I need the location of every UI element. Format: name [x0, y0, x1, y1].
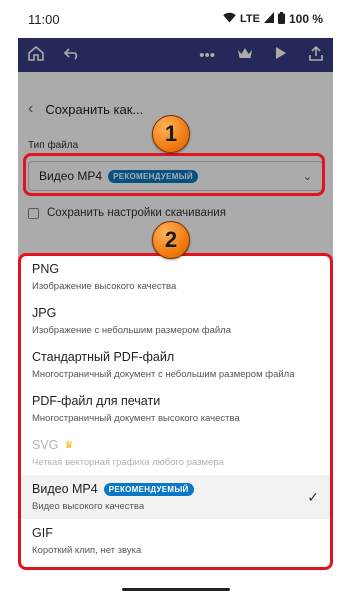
- wifi-icon: [223, 12, 236, 26]
- annotation-box-file-type: [23, 153, 325, 196]
- annotation-box-dropdown: [18, 253, 333, 570]
- annotation-callout-2: 2: [152, 221, 190, 259]
- annotation-callout-1: 1: [152, 115, 190, 153]
- network-type: LTE: [240, 13, 260, 25]
- battery-percent: 100 %: [288, 12, 323, 26]
- app-frame: 11:00 LTE 100 % ••• ‹ Сохранить как... Т…: [0, 0, 351, 599]
- battery-icon: [277, 11, 285, 27]
- status-bar: 11:00 LTE 100 %: [18, 0, 333, 38]
- status-time: 11:00: [28, 11, 60, 27]
- gesture-nav-handle[interactable]: [121, 588, 230, 591]
- signal-icon: [263, 12, 274, 26]
- status-indicators: LTE 100 %: [223, 11, 323, 27]
